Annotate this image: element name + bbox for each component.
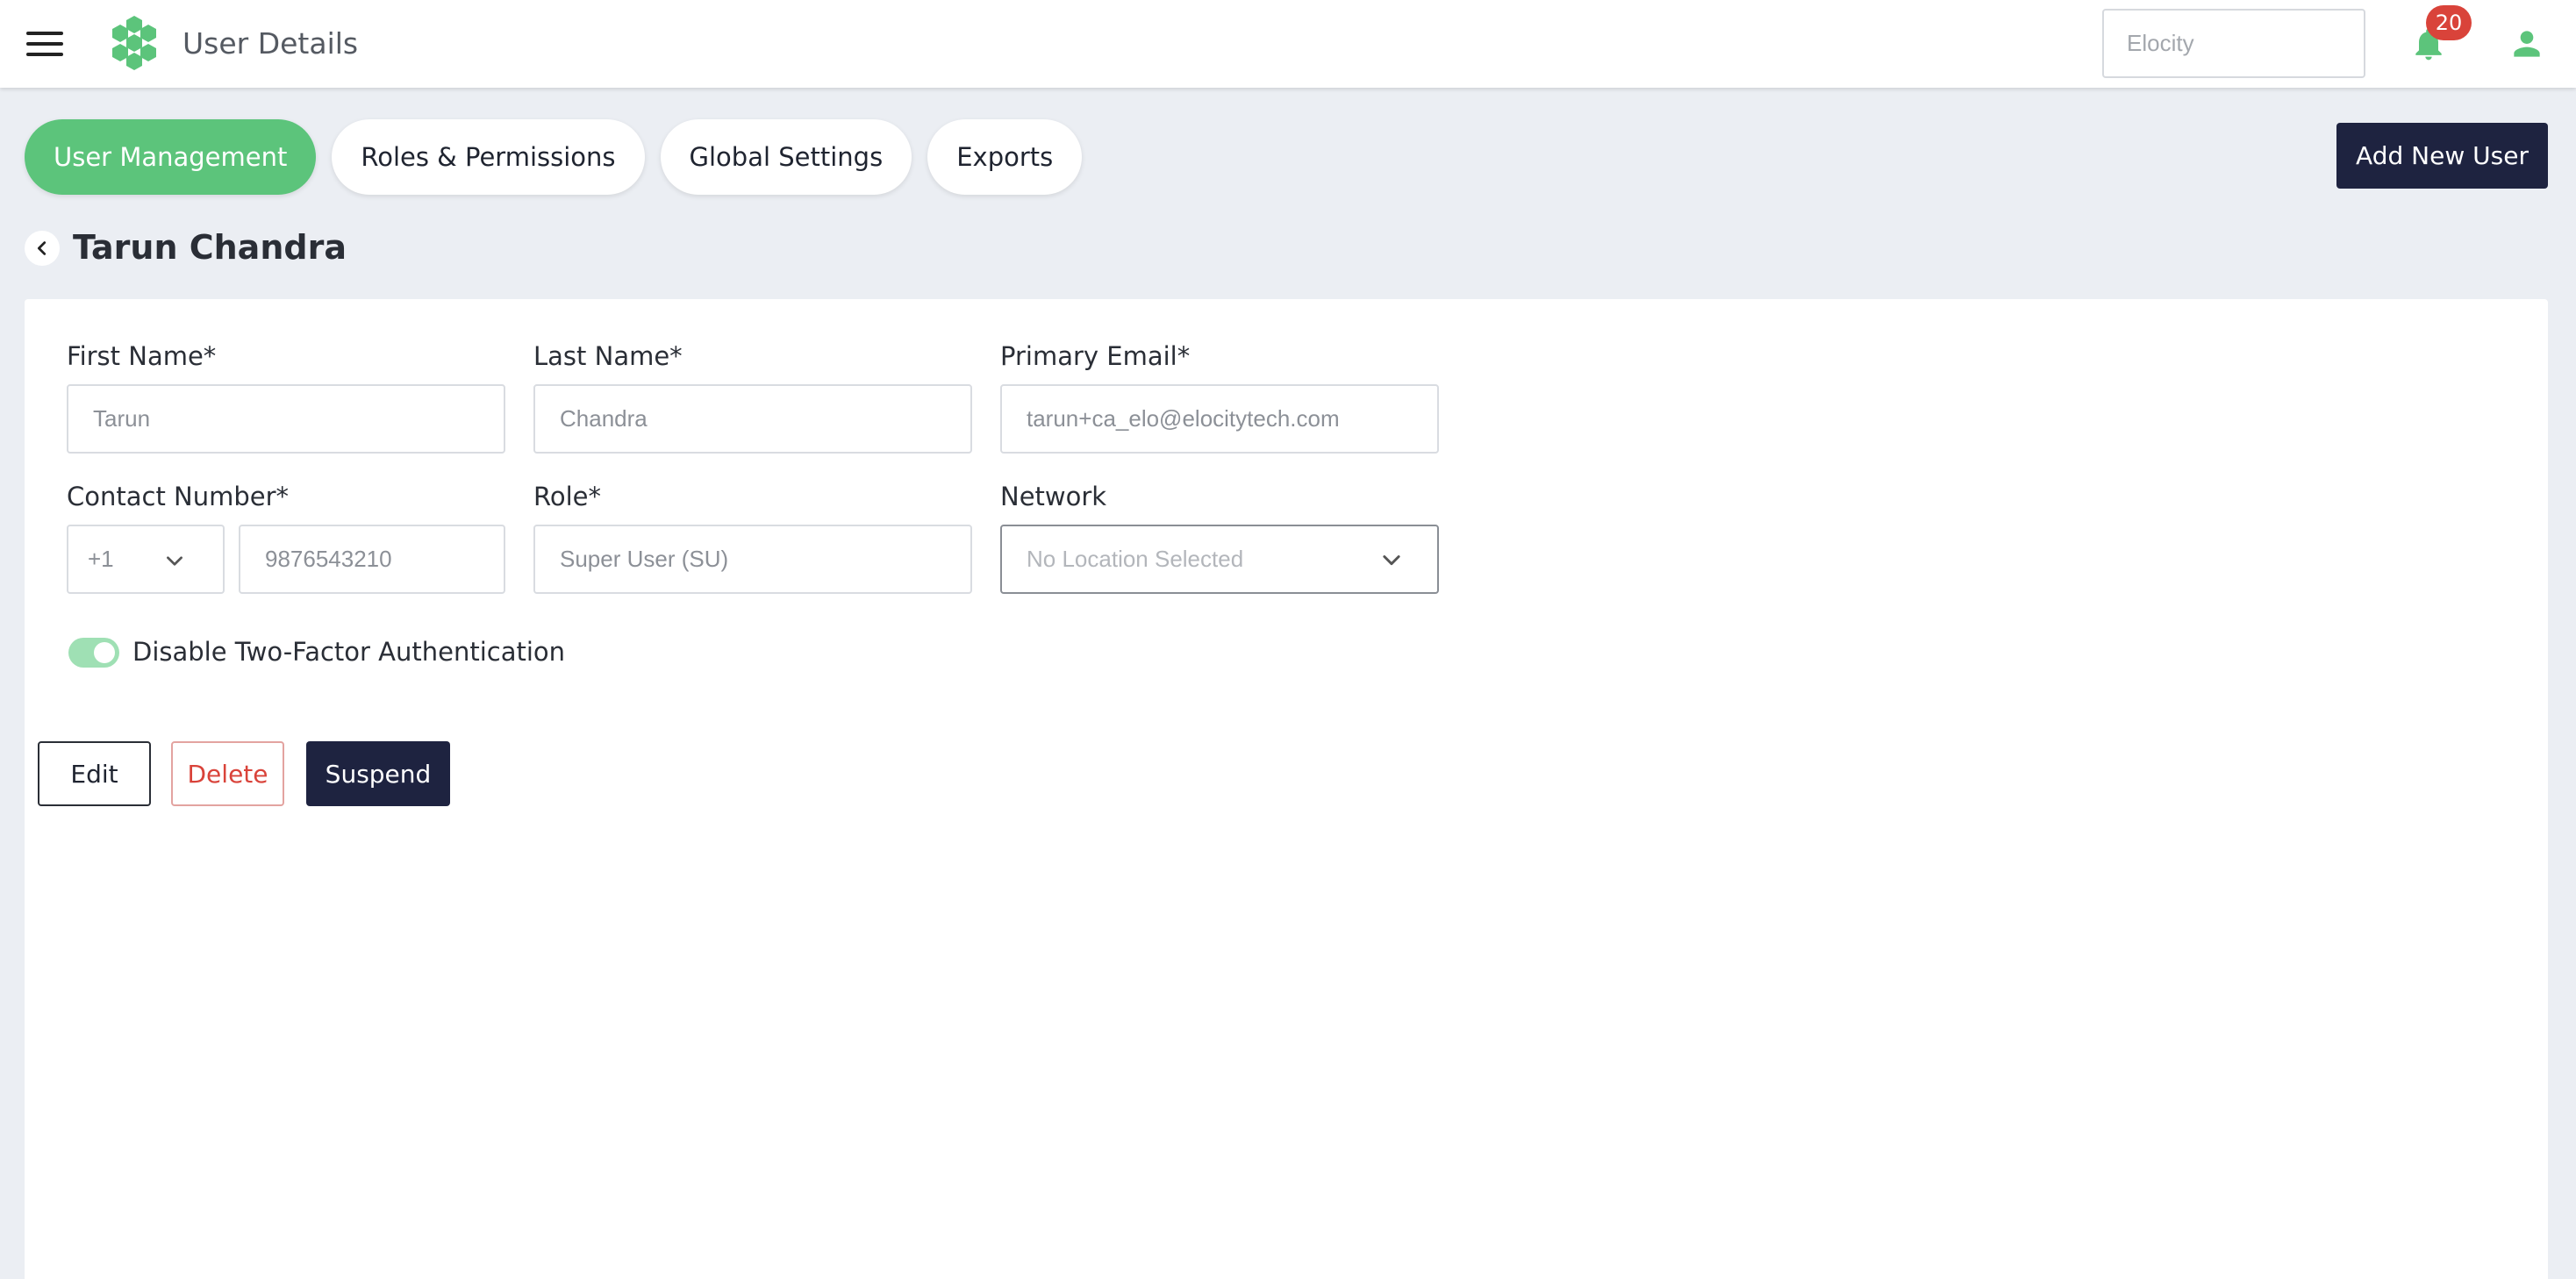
top-bar: User Details 20 xyxy=(0,0,2576,88)
two-factor-label: Disable Two-Factor Authentication xyxy=(132,637,566,667)
tab-global-settings[interactable]: Global Settings xyxy=(660,119,912,195)
app-logo xyxy=(112,16,156,70)
contact-number-field[interactable]: 9876543210 xyxy=(239,525,505,594)
first-name-field[interactable]: Tarun xyxy=(67,384,505,454)
role-label: Role* xyxy=(533,482,601,511)
two-factor-toggle[interactable] xyxy=(68,638,119,668)
user-details-card: First Name* Tarun Last Name* Chandra Pri… xyxy=(25,299,2548,1279)
user-icon[interactable] xyxy=(2508,25,2546,63)
add-new-user-button[interactable]: Add New User xyxy=(2336,123,2548,189)
suspend-button[interactable]: Suspend xyxy=(306,741,450,806)
last-name-field[interactable]: Chandra xyxy=(533,384,972,454)
chevron-down-icon xyxy=(167,556,182,566)
primary-email-field[interactable]: tarun+ca_elo@elocitytech.com xyxy=(1000,384,1439,454)
network-select[interactable]: No Location Selected xyxy=(1000,525,1439,594)
tab-exports[interactable]: Exports xyxy=(927,119,1083,195)
chevron-left-icon xyxy=(37,241,47,255)
hamburger-menu-icon[interactable] xyxy=(26,30,63,58)
back-button[interactable] xyxy=(25,231,60,266)
toggle-knob xyxy=(94,642,115,663)
tab-user-management[interactable]: User Management xyxy=(25,119,317,195)
country-code-select[interactable]: +1 xyxy=(67,525,225,594)
app-title: User Details xyxy=(182,26,359,61)
contact-number-label: Contact Number* xyxy=(67,482,290,511)
chevron-down-icon xyxy=(1383,555,1400,566)
last-name-label: Last Name* xyxy=(533,341,683,371)
network-value: No Location Selected xyxy=(1027,546,1244,572)
role-field[interactable]: Super User (SU) xyxy=(533,525,972,594)
page-title: Tarun Chandra xyxy=(73,228,347,267)
network-label: Network xyxy=(1000,482,1107,511)
primary-email-label: Primary Email* xyxy=(1000,341,1191,371)
edit-button[interactable]: Edit xyxy=(38,741,151,806)
first-name-label: First Name* xyxy=(67,341,217,371)
country-code-value: +1 xyxy=(88,546,114,572)
tab-roles-permissions[interactable]: Roles & Permissions xyxy=(332,119,645,195)
notification-badge: 20 xyxy=(2426,5,2472,40)
delete-button[interactable]: Delete xyxy=(171,741,284,806)
tab-bar: User Management Roles & Permissions Glob… xyxy=(25,119,1083,195)
search-input[interactable] xyxy=(2102,9,2365,78)
